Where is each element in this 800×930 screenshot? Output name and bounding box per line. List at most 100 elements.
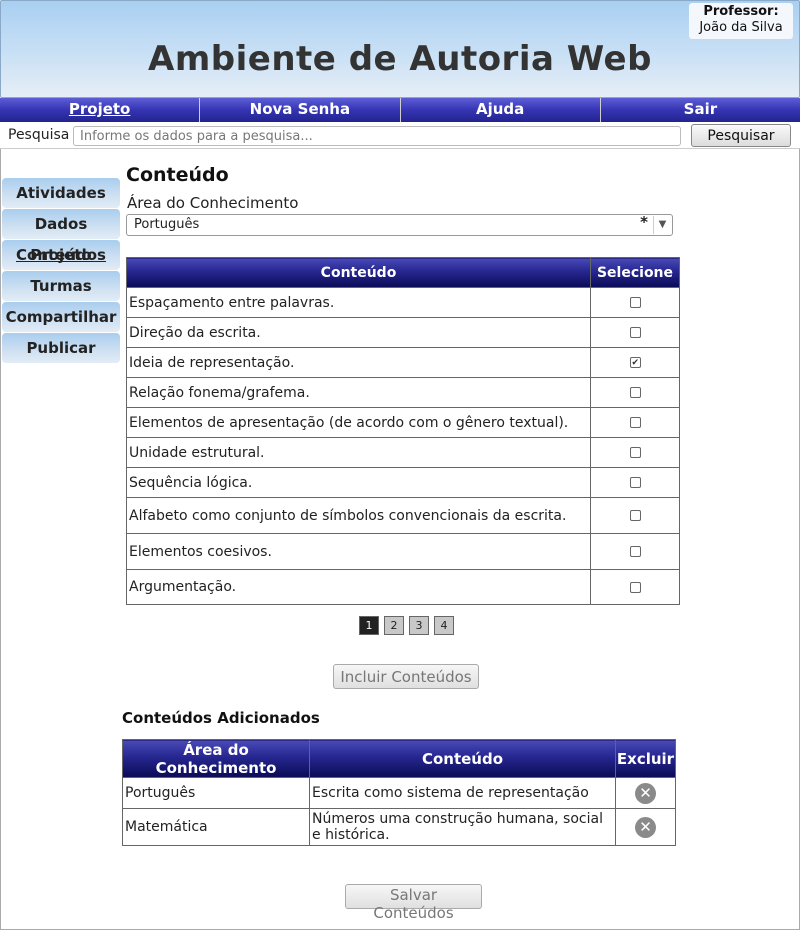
sidebar-item-label: Turmas: [30, 277, 92, 295]
select-cell: [590, 317, 680, 348]
area-label: Área do Conhecimento: [127, 194, 299, 212]
table-row: Alfabeto como conjunto de símbolos conve…: [126, 497, 680, 534]
content-cell: Argumentação.: [126, 569, 591, 605]
sidebar-item-label: Atividades: [16, 184, 106, 202]
table-row: Sequência lógica.: [126, 467, 680, 498]
select-checkbox[interactable]: [629, 581, 641, 593]
page-button-2[interactable]: 2: [384, 616, 404, 635]
area-select-value: Português: [134, 217, 200, 232]
select-checkbox[interactable]: [629, 477, 641, 488]
page-title: Conteúdo: [126, 164, 229, 186]
select-cell: [590, 347, 680, 378]
chevron-down-icon[interactable]: ▼: [653, 216, 671, 234]
delete-cell: ✕: [615, 808, 676, 846]
sidebar-item-dados-projeto[interactable]: Dados Projeto: [2, 209, 120, 264]
search-label: Pesquisa: [8, 127, 70, 143]
added-area-cell: Português: [122, 777, 310, 809]
save-contents-button[interactable]: Salvar Conteúdos: [345, 884, 482, 922]
select-checkbox[interactable]: [629, 357, 641, 368]
nav-nova-senha[interactable]: Nova Senha: [200, 98, 401, 122]
select-checkbox[interactable]: [629, 447, 641, 458]
select-cell: [590, 407, 680, 438]
app-title: Ambiente de Autoria Web: [148, 39, 652, 79]
table-row: Espaçamento entre palavras.: [126, 287, 680, 318]
select-cell: [590, 569, 680, 605]
sidebar: Atividades Dados Projeto Conteúdos Turma…: [2, 178, 120, 364]
content-table: Conteúdo Selecione Espaçamento entre pal…: [126, 257, 680, 605]
search-input[interactable]: [73, 126, 681, 146]
professor-name: João da Silva: [699, 20, 783, 35]
page-button-4[interactable]: 4: [434, 616, 454, 635]
table-row: Elementos de apresentação (de acordo com…: [126, 407, 680, 438]
search-button[interactable]: Pesquisar: [691, 124, 791, 147]
select-checkbox[interactable]: [629, 546, 641, 557]
content-cell: Alfabeto como conjunto de símbolos conve…: [126, 497, 591, 534]
table-row: Unidade estrutural.: [126, 437, 680, 468]
nav-sair-label: Sair: [683, 100, 718, 118]
sidebar-item-label: Publicar: [26, 339, 96, 357]
sidebar-item-turmas[interactable]: Turmas: [2, 271, 120, 301]
select-cell: [590, 467, 680, 498]
select-checkbox[interactable]: [629, 297, 641, 308]
column-header-selecione: Selecione: [590, 257, 680, 288]
table-row: Argumentação.: [126, 569, 680, 605]
delete-icon[interactable]: ✕: [635, 782, 656, 804]
page-header: Ambiente de Autoria Web Professor: João …: [0, 0, 800, 98]
nav-ajuda[interactable]: Ajuda: [400, 98, 601, 122]
search-bar: Pesquisa Pesquisar: [0, 122, 800, 149]
added-area-cell: Matemática: [122, 808, 310, 846]
select-cell: [590, 287, 680, 318]
nav-ajuda-label: Ajuda: [475, 100, 525, 118]
column-header-conteudo-added: Conteúdo: [309, 739, 616, 778]
table-row: Direção da escrita.: [126, 317, 680, 348]
column-header-conteudo: Conteúdo: [126, 257, 591, 288]
content-cell: Elementos de apresentação (de acordo com…: [126, 407, 591, 438]
column-header-excluir: Excluir: [615, 739, 676, 778]
content-cell: Unidade estrutural.: [126, 437, 591, 468]
table-row: Português Escrita como sistema de repres…: [122, 777, 676, 809]
select-checkbox[interactable]: [629, 387, 641, 398]
nav-nova-senha-label: Nova Senha: [249, 100, 351, 118]
select-checkbox[interactable]: [629, 510, 641, 521]
table-row: Matemática Números uma construção humana…: [122, 808, 676, 846]
added-content-cell: Escrita como sistema de representação: [309, 777, 616, 809]
select-cell: [590, 497, 680, 534]
sidebar-item-compartilhar[interactable]: Compartilhar: [2, 302, 120, 332]
delete-icon[interactable]: ✕: [635, 816, 656, 838]
select-checkbox[interactable]: [629, 417, 641, 428]
added-content-cell: Números uma construção humana, social e …: [309, 808, 616, 846]
content-cell: Espaçamento entre palavras.: [126, 287, 591, 318]
professor-box: Professor: João da Silva: [689, 3, 793, 39]
content-cell: Relação fonema/grafema.: [126, 377, 591, 408]
table-row: Ideia de representação.: [126, 347, 680, 378]
sidebar-item-atividades[interactable]: Atividades: [2, 178, 120, 208]
sidebar-item-label: Conteúdos: [16, 246, 106, 264]
content-cell: Ideia de representação.: [126, 347, 591, 378]
sidebar-item-conteudos[interactable]: Conteúdos: [2, 240, 120, 270]
column-header-area: Área do Conhecimento: [122, 739, 310, 778]
top-nav: Projeto Nova Senha Ajuda Sair: [0, 98, 800, 122]
page-button-3[interactable]: 3: [409, 616, 429, 635]
area-select[interactable]: Português * ▼: [126, 213, 673, 236]
include-contents-button[interactable]: Incluir Conteúdos: [333, 664, 479, 689]
select-cell: [590, 437, 680, 468]
added-contents-table: Área do Conhecimento Conteúdo Excluir Po…: [122, 739, 676, 846]
delete-cell: ✕: [615, 777, 676, 809]
sidebar-item-publicar[interactable]: Publicar: [2, 333, 120, 363]
sidebar-item-label: Compartilhar: [5, 308, 117, 326]
table-row: Relação fonema/grafema.: [126, 377, 680, 408]
page-button-1[interactable]: 1: [359, 616, 379, 635]
required-mark: *: [640, 213, 648, 231]
professor-label: Professor:: [703, 4, 779, 19]
nav-projeto[interactable]: Projeto: [0, 98, 201, 122]
table-row: Elementos coesivos.: [126, 533, 680, 570]
nav-projeto-label: Projeto: [68, 100, 131, 118]
added-contents-title: Conteúdos Adicionados: [122, 709, 320, 727]
content-cell: Elementos coesivos.: [126, 533, 591, 570]
select-cell: [590, 377, 680, 408]
nav-sair[interactable]: Sair: [600, 98, 800, 122]
content-cell: Sequência lógica.: [126, 467, 591, 498]
select-cell: [590, 533, 680, 570]
select-checkbox[interactable]: [629, 327, 641, 338]
content-cell: Direção da escrita.: [126, 317, 591, 348]
